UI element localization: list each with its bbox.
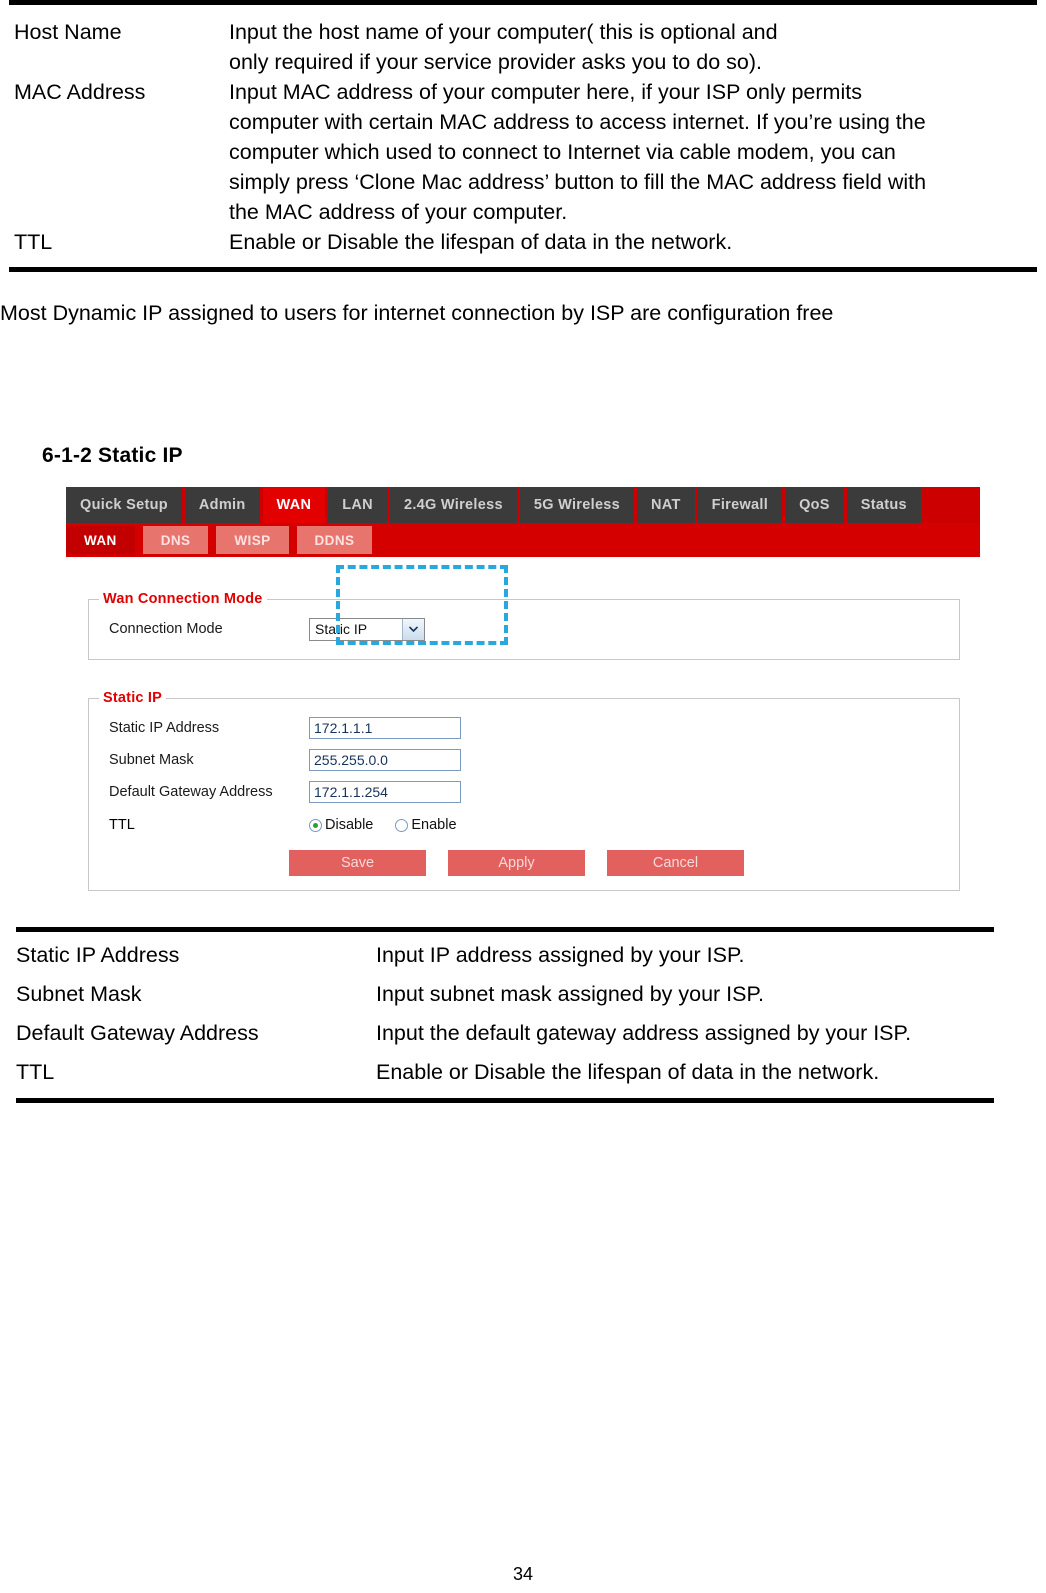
table-row: Default Gateway Address Input the defaul… — [16, 1014, 994, 1053]
term-ttl: TTL — [14, 230, 53, 254]
page-title: 6-1-2 Static IP — [42, 444, 183, 467]
table-row: Static IP Address Input IP address assig… — [16, 936, 994, 975]
tab-quick-setup[interactable]: Quick Setup — [66, 487, 185, 523]
tab-qos[interactable]: QoS — [785, 487, 847, 523]
default-gateway-row: Default Gateway Address 172.1.1.254 — [89, 776, 959, 808]
tab-5g-wireless[interactable]: 5G Wireless — [519, 487, 638, 523]
tab-nat[interactable]: NAT — [637, 487, 698, 523]
chevron-down-icon — [402, 618, 424, 640]
bottom-bottom-rule — [16, 1098, 994, 1103]
tab-24g-wireless[interactable]: 2.4G Wireless — [389, 487, 520, 523]
connection-mode-select[interactable]: Static IP — [309, 617, 425, 641]
table-row: MAC Address Input MAC address of your co… — [14, 77, 1042, 227]
main-navigation-bar: Quick Setup Admin WAN LAN 2.4G Wireless … — [66, 487, 980, 523]
tab-status[interactable]: Status — [846, 487, 921, 523]
router-page-body: Wan Connection Mode Connection Mode Stat… — [66, 557, 980, 909]
save-button[interactable]: Save — [289, 850, 426, 876]
desc-line: the MAC address of your computer. — [229, 200, 568, 224]
subtab-ddns[interactable]: DDNS — [296, 526, 373, 554]
table-row: TTL Enable or Disable the lifespan of da… — [14, 227, 1042, 257]
middle-horizontal-rule — [9, 267, 1037, 272]
subtab-dns[interactable]: DNS — [142, 526, 209, 554]
top-definition-section: Host Name Input the host name of your co… — [0, 5, 1046, 257]
intro-paragraph: Most Dynamic IP assigned to users for in… — [0, 301, 834, 325]
page-number: 34 — [512, 1564, 534, 1584]
tab-lan[interactable]: LAN — [328, 487, 390, 523]
default-gateway-input[interactable]: 172.1.1.254 — [309, 781, 461, 803]
ttl-enable-label: Enable — [411, 817, 457, 833]
bottom-definition-table: Static IP Address Input IP address assig… — [16, 936, 994, 1092]
desc-line: only required if your service provider a… — [229, 50, 762, 74]
desc-line: Enable or Disable the lifespan of data i… — [229, 230, 733, 254]
desc-line: computer which used to connect to Intern… — [229, 140, 896, 164]
subtab-wisp[interactable]: WISP — [216, 526, 289, 554]
cancel-button[interactable]: Cancel — [607, 850, 744, 876]
term-host-name: Host Name — [14, 20, 122, 44]
desc-static-ip-address: Input IP address assigned by your ISP. — [376, 943, 745, 967]
router-admin-screenshot: Quick Setup Admin WAN LAN 2.4G Wireless … — [66, 487, 980, 909]
connection-mode-row: Connection Mode Static IP — [89, 613, 959, 645]
desc-line: computer with certain MAC address to acc… — [229, 110, 926, 134]
bottom-top-rule — [16, 927, 994, 932]
form-action-buttons: Save Apply Cancel — [89, 850, 959, 876]
desc-mac-address: Input MAC address of your computer here,… — [229, 77, 1042, 227]
desc-ttl: Enable or Disable the lifespan of data i… — [229, 227, 1042, 257]
bottom-definition-section: Static IP Address Input IP address assig… — [0, 927, 1046, 1103]
tab-firewall[interactable]: Firewall — [697, 487, 786, 523]
connection-mode-label: Connection Mode — [109, 621, 223, 637]
connection-mode-selected-value: Static IP — [315, 621, 368, 637]
apply-button[interactable]: Apply — [448, 850, 585, 876]
ttl-label: TTL — [109, 817, 135, 833]
term-mac-address: MAC Address — [14, 80, 146, 104]
static-ip-address-row: Static IP Address 172.1.1.1 — [89, 712, 959, 744]
table-row: TTL Enable or Disable the lifespan of da… — [16, 1053, 994, 1092]
desc-host-name: Input the host name of your computer( th… — [229, 17, 1042, 77]
default-gateway-label: Default Gateway Address — [109, 784, 273, 800]
desc-line: simply press ‘Clone Mac address’ button … — [229, 170, 927, 194]
radio-unchecked-icon — [395, 818, 409, 832]
term-subnet-mask: Subnet Mask — [16, 982, 142, 1006]
radio-checked-icon — [309, 818, 322, 832]
tab-admin[interactable]: Admin — [184, 487, 263, 523]
term-bottom-ttl: TTL — [16, 1060, 55, 1084]
top-definition-table: Host Name Input the host name of your co… — [14, 17, 1042, 257]
tab-wan[interactable]: WAN — [262, 487, 329, 523]
sub-navigation-bar: WAN DNS WISP DDNS — [66, 523, 980, 557]
subnet-mask-row: Subnet Mask 255.255.0.0 — [89, 744, 959, 776]
static-ip-address-input[interactable]: 172.1.1.1 — [309, 717, 461, 739]
desc-bottom-ttl: Enable or Disable the lifespan of data i… — [376, 1060, 880, 1084]
static-ip-panel: Static IP Static IP Address 172.1.1.1 Su… — [88, 690, 960, 891]
static-ip-legend: Static IP — [103, 690, 163, 706]
ttl-row: TTL Disable Enable — [89, 808, 959, 842]
ttl-disable-option[interactable]: Disable — [309, 817, 373, 833]
table-row: Subnet Mask Input subnet mask assigned b… — [16, 975, 994, 1014]
subnet-mask-input[interactable]: 255.255.0.0 — [309, 749, 461, 771]
subtab-wan[interactable]: WAN — [66, 526, 135, 554]
ttl-disable-label: Disable — [325, 817, 374, 833]
term-static-ip-address: Static IP Address — [16, 943, 180, 967]
desc-line: Input MAC address of your computer here,… — [229, 80, 862, 104]
ttl-enable-option[interactable]: Enable — [395, 817, 457, 833]
desc-line: Input the host name of your computer( th… — [229, 20, 778, 44]
wan-connection-mode-legend: Wan Connection Mode — [103, 591, 263, 607]
desc-subnet-mask: Input subnet mask assigned by your ISP. — [376, 982, 765, 1006]
desc-default-gateway-address: Input the default gateway address assign… — [376, 1021, 912, 1045]
term-default-gateway-address: Default Gateway Address — [16, 1021, 259, 1045]
static-ip-address-label: Static IP Address — [109, 720, 220, 736]
table-row: Host Name Input the host name of your co… — [14, 17, 1042, 77]
wan-connection-mode-panel: Wan Connection Mode Connection Mode Stat… — [88, 591, 960, 660]
subnet-mask-label: Subnet Mask — [109, 752, 194, 768]
